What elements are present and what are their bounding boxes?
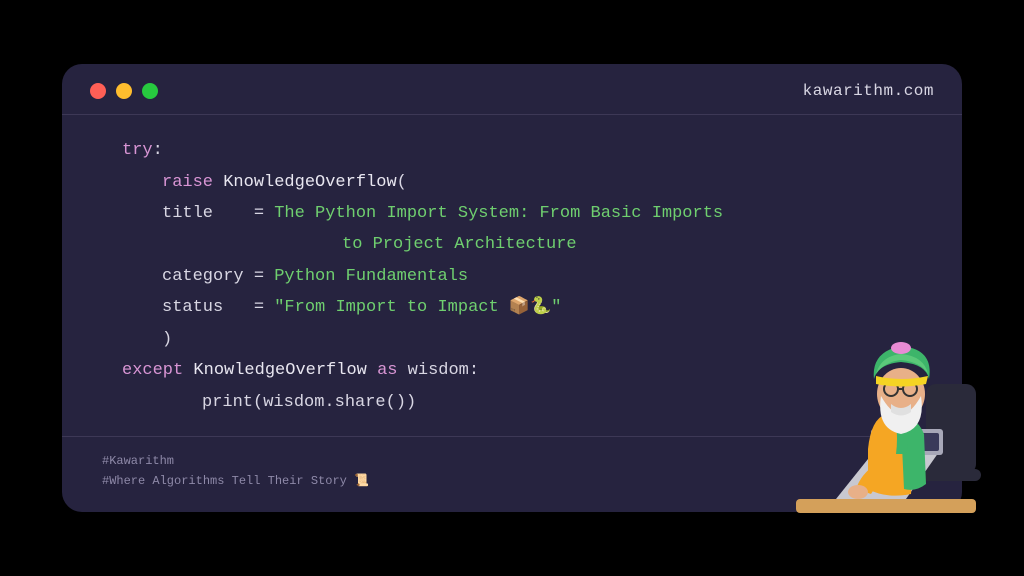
param-title-value-l1: The Python Import System: From Basic Imp… bbox=[274, 204, 723, 223]
colon: : bbox=[469, 361, 479, 380]
param-status-key: status bbox=[162, 298, 223, 317]
title-bar: kawarithm.com bbox=[62, 64, 962, 115]
equals: = bbox=[254, 204, 264, 223]
site-name: kawarithm.com bbox=[803, 82, 934, 100]
equals: = bbox=[254, 298, 264, 317]
exception-class: KnowledgeOverflow bbox=[223, 173, 396, 192]
equals: = bbox=[254, 267, 264, 286]
traffic-lights bbox=[90, 83, 158, 99]
open-paren: ( bbox=[397, 173, 407, 192]
keyword-as: as bbox=[377, 361, 397, 380]
close-paren: ) bbox=[162, 330, 172, 349]
param-title-key: title bbox=[162, 204, 213, 223]
param-category-key: category bbox=[162, 267, 244, 286]
alias-name: wisdom bbox=[408, 361, 469, 380]
mascot-illustration bbox=[776, 334, 996, 534]
param-status-value: "From Import to Impact 📦🐍" bbox=[274, 298, 561, 317]
print-call: print(wisdom.share()) bbox=[202, 393, 416, 412]
colon: : bbox=[153, 141, 163, 160]
param-title-value-l2: to Project Architecture bbox=[342, 235, 577, 254]
keyword-except: except bbox=[122, 361, 183, 380]
close-icon[interactable] bbox=[90, 83, 106, 99]
minimize-icon[interactable] bbox=[116, 83, 132, 99]
keyword-try: try bbox=[122, 141, 153, 160]
exception-class-ref: KnowledgeOverflow bbox=[193, 361, 366, 380]
maximize-icon[interactable] bbox=[142, 83, 158, 99]
param-category-value: Python Fundamentals bbox=[274, 267, 468, 286]
keyword-raise: raise bbox=[162, 173, 213, 192]
